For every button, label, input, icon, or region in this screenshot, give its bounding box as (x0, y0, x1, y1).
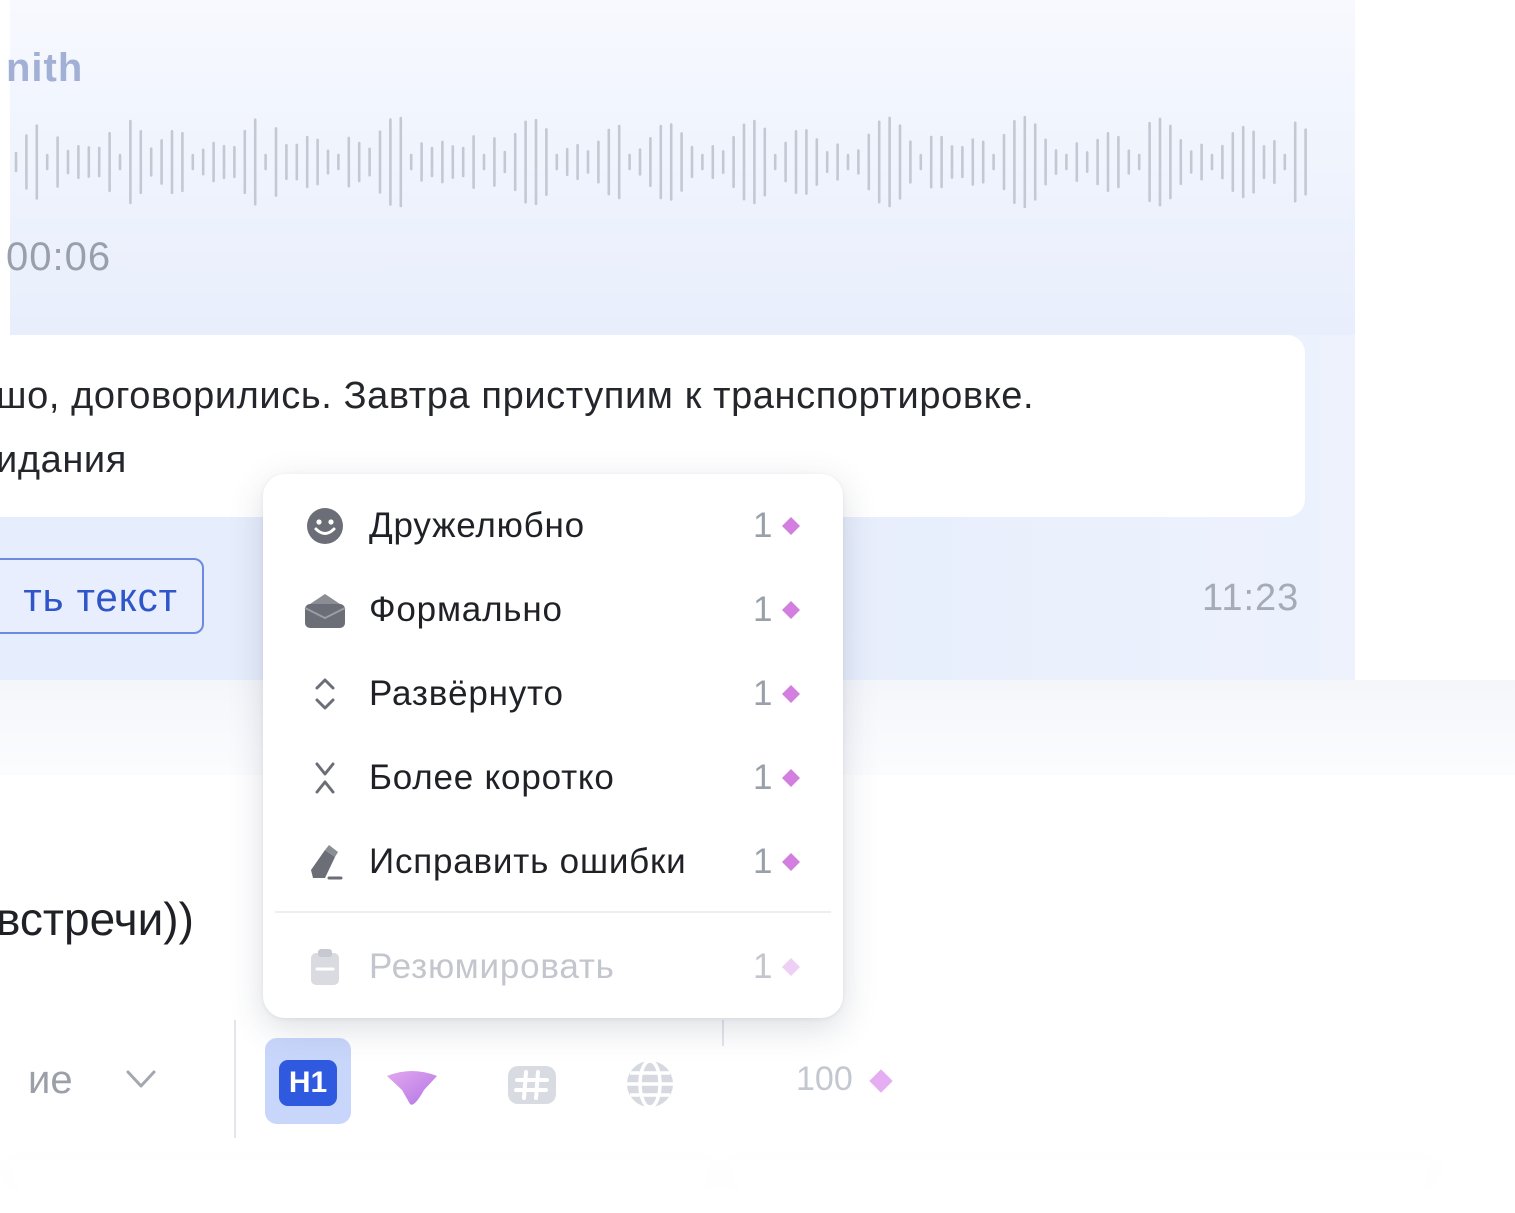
menu-item-label: Резюмировать (369, 947, 615, 986)
heading-button[interactable]: H1 (265, 1038, 351, 1124)
chevron-down-icon[interactable] (124, 1064, 158, 1094)
credit-counter: 100 (796, 1060, 853, 1098)
voice-message-card: nith 00:06 (6, 0, 1355, 335)
menu-item-label: Дружелюбно (369, 506, 585, 545)
diamond-icon (782, 769, 800, 787)
menu-item-formal[interactable]: Формально 1 (263, 568, 843, 652)
menu-item-friendly[interactable]: Дружелюбно 1 (263, 484, 843, 568)
bottom-fade (0, 1145, 1515, 1213)
menu-item-summarize[interactable]: Резюмировать 1 (263, 925, 843, 1009)
menu-item-label: Более коротко (369, 758, 615, 797)
clipboard-icon (311, 949, 339, 985)
toolbar-divider (234, 1020, 236, 1138)
menu-item-cost: 1 (753, 590, 773, 629)
menu-item-cost: 1 (753, 506, 773, 545)
menu-item-cost: 1 (753, 947, 773, 986)
menu-item-cost: 1 (753, 674, 773, 713)
globe-icon[interactable] (624, 1058, 676, 1108)
toolbar-divider (722, 1020, 724, 1046)
sender-name: nith (6, 46, 84, 90)
menu-item-fix-errors[interactable]: Исправить ошибки 1 (263, 820, 843, 904)
credit-diamond-icon (869, 1069, 893, 1093)
diamond-icon (782, 958, 800, 976)
message-time: 11:23 (1202, 577, 1300, 619)
message-text-line-2: идания (0, 439, 127, 481)
menu-separator (275, 911, 831, 913)
diamond-icon (782, 601, 800, 619)
pencil-eraser-icon (311, 845, 343, 880)
heading-label: H1 (279, 1060, 337, 1106)
briefcase-icon (304, 594, 346, 628)
diamond-icon (782, 685, 800, 703)
menu-item-expanded[interactable]: Развёрнуто 1 (263, 652, 843, 736)
composer-input-text[interactable]: встречи)) (0, 892, 194, 946)
audio-waveform[interactable] (10, 100, 1320, 220)
message-text-line-1: шо, договорились. Завтра приступим к тра… (0, 375, 1035, 417)
highlighter-icon[interactable] (384, 1058, 440, 1110)
diamond-icon (782, 853, 800, 871)
voice-duration: 00:06 (6, 235, 112, 279)
menu-item-label: Развёрнуто (369, 674, 564, 713)
hashtag-icon[interactable] (506, 1058, 558, 1106)
transcribe-text-button[interactable]: ть текст (0, 558, 204, 634)
diamond-icon (782, 517, 800, 535)
menu-item-shorter[interactable]: Более коротко 1 (263, 736, 843, 820)
menu-item-cost: 1 (753, 758, 773, 797)
smile-icon (307, 508, 343, 544)
style-dropdown-label[interactable]: ие (28, 1058, 73, 1103)
menu-item-label: Формально (369, 590, 563, 629)
menu-item-label: Исправить ошибки (369, 842, 687, 881)
rewrite-menu: Дружелюбно 1 Формально 1 Развёрнуто 1 Бо… (263, 474, 843, 1018)
menu-item-cost: 1 (753, 842, 773, 881)
transcribe-text-label: ть текст (23, 576, 178, 620)
expand-icon (315, 678, 335, 710)
shorten-icon (315, 762, 335, 794)
